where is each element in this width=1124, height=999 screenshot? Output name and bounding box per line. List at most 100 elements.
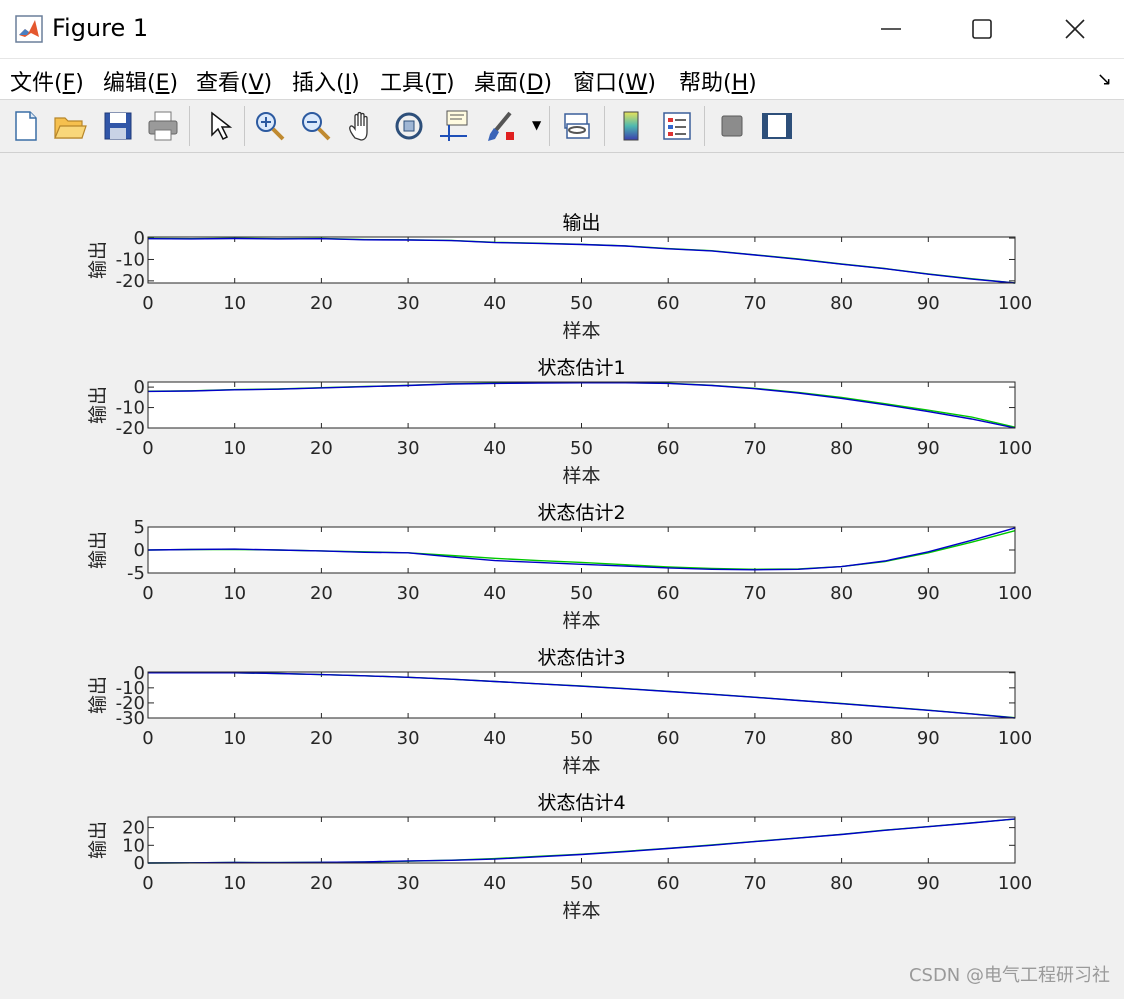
- subplot-title: 状态估计3: [537, 647, 625, 669]
- y-tick-label: 0: [134, 540, 145, 561]
- menu-view-key: V: [248, 71, 264, 96]
- close-icon: [1065, 19, 1085, 39]
- y-axis-label: 输出: [87, 531, 109, 569]
- x-tick-label: 70: [743, 293, 766, 314]
- x-tick-label: 20: [310, 728, 333, 749]
- menu-bar: 文件(F) 编辑(E) 查看(V) 插入(I) 工具(T) 桌面(D) 窗口(W…: [0, 59, 1124, 100]
- menu-tools[interactable]: 工具(T): [380, 65, 455, 97]
- y-axis-label: 输出: [87, 676, 109, 714]
- x-tick-label: 100: [998, 728, 1032, 749]
- menu-window-label: 窗口(: [573, 71, 626, 96]
- x-tick-label: 100: [998, 583, 1032, 604]
- x-tick-label: 60: [657, 293, 680, 314]
- menu-file-close: ): [75, 71, 84, 96]
- menu-desktop[interactable]: 桌面(D): [474, 65, 552, 97]
- hide-plot-tools-button[interactable]: [714, 108, 750, 144]
- subplot-5: 0 10 20 30 40 50 60 70 80 90 10020100状态估计4样本输出: [87, 792, 1032, 922]
- pan-button[interactable]: [345, 108, 381, 144]
- y-tick-label: 5: [134, 517, 145, 538]
- y-tick-label: 0: [134, 377, 145, 398]
- x-tick-label: 60: [657, 728, 680, 749]
- x-tick-label: 70: [743, 728, 766, 749]
- y-axis-label: 输出: [87, 821, 109, 859]
- maximize-button[interactable]: [937, 0, 1027, 58]
- data-cursor-button[interactable]: [437, 108, 473, 144]
- menu-desktop-label: 桌面(: [474, 71, 527, 96]
- x-tick-label: 100: [998, 293, 1032, 314]
- zoom-in-icon: [256, 112, 285, 141]
- dock-arrow-icon[interactable]: ↘: [1097, 69, 1112, 90]
- brush-button[interactable]: [484, 108, 520, 144]
- menu-insert[interactable]: 插入(I): [292, 65, 360, 97]
- x-tick-label: 40: [483, 438, 506, 459]
- x-tick-label: 10: [223, 293, 246, 314]
- y-tick-label: -10: [116, 249, 145, 270]
- x-tick-label: 100: [998, 873, 1032, 894]
- menu-view[interactable]: 查看(V): [196, 65, 272, 97]
- menu-window-key: W: [625, 71, 648, 96]
- x-axis-label: 样本: [562, 900, 600, 922]
- axes-background: [148, 672, 1015, 718]
- watermark-text: CSDN @电气工程研习社: [908, 965, 1110, 986]
- axes-background: [148, 817, 1015, 863]
- figure-toolbar: ▼: [0, 100, 1124, 153]
- y-tick-label: -20: [116, 418, 145, 439]
- zoom-in-button[interactable]: [252, 108, 288, 144]
- menu-window[interactable]: 窗口(W): [573, 65, 656, 97]
- y-tick-label: -5: [127, 563, 145, 584]
- x-tick-label: 40: [483, 583, 506, 604]
- x-tick-label: 80: [830, 873, 853, 894]
- y-tick-label: -30: [116, 708, 145, 729]
- x-tick-label: 70: [743, 583, 766, 604]
- x-tick-label: 80: [830, 728, 853, 749]
- rotate-3d-button[interactable]: [391, 108, 427, 144]
- menu-help[interactable]: 帮助(H): [679, 65, 757, 97]
- menu-help-label: 帮助(: [679, 71, 732, 96]
- menu-edit-label: 编辑(: [103, 71, 156, 96]
- subplot-title: 输出: [562, 212, 600, 234]
- new-figure-button[interactable]: [8, 108, 44, 144]
- open-file-button[interactable]: [52, 108, 88, 144]
- menu-edit[interactable]: 编辑(E): [103, 65, 178, 97]
- minimize-button[interactable]: [846, 0, 936, 58]
- x-tick-label: 0: [142, 438, 153, 459]
- brush-dropdown-icon[interactable]: ▼: [532, 118, 541, 132]
- menu-help-close: ): [748, 71, 757, 96]
- menu-desktop-close: ): [543, 71, 553, 96]
- y-axis-label: 输出: [87, 241, 109, 279]
- x-tick-label: 60: [657, 583, 680, 604]
- brush-icon: [488, 111, 514, 141]
- zoom-out-button[interactable]: [298, 108, 334, 144]
- x-tick-label: 50: [570, 873, 593, 894]
- save-button[interactable]: [100, 108, 136, 144]
- window-title: Figure 1: [52, 14, 149, 42]
- x-tick-label: 30: [397, 438, 420, 459]
- x-tick-label: 30: [397, 293, 420, 314]
- link-plot-button[interactable]: [559, 108, 595, 144]
- close-button[interactable]: [1030, 0, 1120, 58]
- legend-button[interactable]: [659, 108, 695, 144]
- colorbar-button[interactable]: [614, 108, 650, 144]
- menu-file-key: F: [62, 71, 76, 96]
- x-tick-label: 10: [223, 728, 246, 749]
- x-tick-label: 30: [397, 583, 420, 604]
- x-tick-label: 40: [483, 873, 506, 894]
- menu-file[interactable]: 文件(F): [10, 65, 84, 97]
- zoom-out-icon: [302, 112, 331, 141]
- x-tick-label: 100: [998, 438, 1032, 459]
- x-tick-label: 30: [397, 728, 420, 749]
- window-title-bar[interactable]: Figure 1: [0, 0, 1124, 59]
- subplot-1: 0 10 20 30 40 50 60 70 80 90 1000-10-20输出样本输出: [87, 212, 1032, 342]
- print-icon: [148, 111, 178, 141]
- x-tick-label: 50: [570, 583, 593, 604]
- pointer-button[interactable]: [202, 108, 238, 144]
- x-tick-label: 10: [223, 438, 246, 459]
- pointer-icon: [211, 111, 233, 141]
- print-button[interactable]: [145, 108, 181, 144]
- subplots-svg: 0 10 20 30 40 50 60 70 80 90 1000-10-20输出样本输出0 10 20…: [87, 212, 1032, 922]
- rotate-3d-icon: [395, 112, 423, 140]
- x-tick-label: 20: [310, 873, 333, 894]
- figure-canvas[interactable]: 0 10 20 30 40 50 60 70 80 90 100 0 -10 -20 输出 样本 输出 0 10 20…: [0, 153, 1124, 995]
- y-tick-label: -20: [116, 271, 145, 292]
- show-plot-tools-button[interactable]: [759, 108, 795, 144]
